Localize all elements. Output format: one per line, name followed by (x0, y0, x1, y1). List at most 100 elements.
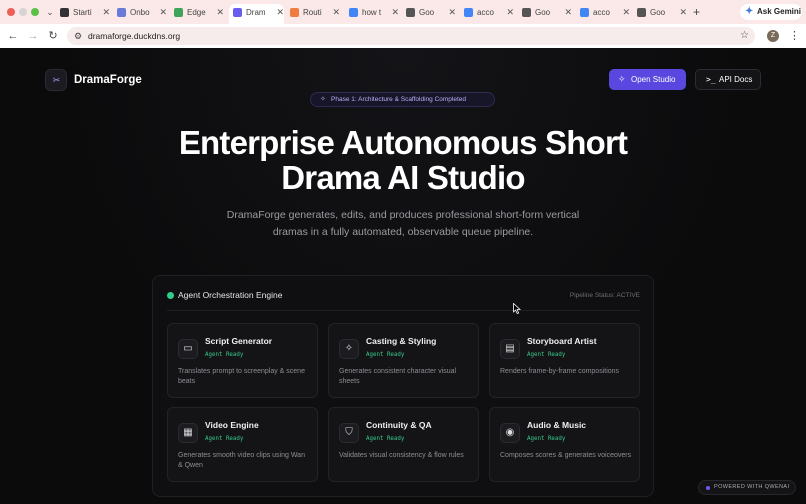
browser-tab[interactable]: how t ✕ (349, 4, 399, 21)
tab-close-icon[interactable]: ✕ (622, 4, 630, 21)
powered-by-badge[interactable]: POWERED WITH QWENAI (698, 480, 796, 495)
address-bar[interactable]: ⚙ dramaforge.duckdns.org ☆ (67, 27, 755, 45)
hero-subtitle: DramaForge generates, edits, and produce… (203, 207, 603, 241)
url-text[interactable]: dramaforge.duckdns.org (88, 27, 180, 45)
site-info-icon[interactable]: ⚙ (74, 27, 82, 45)
back-icon[interactable]: ← (6, 27, 20, 45)
agent-status: Agent Ready (205, 352, 244, 358)
tab-close-icon[interactable]: ✕ (391, 4, 399, 21)
agent-description: Translates prompt to screenplay & scene … (178, 368, 305, 385)
logo[interactable]: ✂ (45, 69, 67, 91)
minimize-window-button[interactable] (19, 8, 27, 16)
tab-close-icon[interactable]: ✕ (506, 4, 514, 21)
tab-favicon-icon (290, 8, 299, 17)
browser-chrome: ⌄ Starti ✕ Onbo ✕ Edge ✕ Dram ✕ Routi ✕ how t ✕ Goo ✕… (0, 0, 806, 48)
message-square-icon: ▭ (178, 339, 198, 359)
tab-title: Dram (246, 8, 266, 17)
mouse-cursor-icon (513, 303, 521, 314)
layout-icon: ▤ (500, 339, 520, 359)
browser-tab[interactable]: Starti ✕ (60, 4, 110, 21)
tab-close-icon[interactable]: ✕ (564, 4, 572, 21)
agent-name: Script Generator (205, 336, 273, 346)
maximize-window-button[interactable] (31, 8, 39, 16)
agent-description: Composes scores & generates voiceovers (500, 452, 632, 459)
agent-description: Generates smooth video clips using Wan &… (178, 452, 305, 469)
forward-icon[interactable]: → (26, 27, 40, 45)
radio-icon: ◉ (500, 423, 520, 443)
agent-status: Agent Ready (366, 436, 405, 442)
browser-menu-icon[interactable]: ⋮ (789, 28, 800, 44)
tab-favicon-icon (637, 8, 646, 17)
agent-card[interactable]: ⛉ Continuity & QA Agent Ready Validates vis… (328, 407, 479, 482)
agent-status: Agent Ready (527, 352, 566, 358)
browser-tab[interactable]: Goo ✕ (637, 4, 687, 21)
agent-status: Agent Ready (366, 352, 405, 358)
hero-subtitle-line-1: DramaForge generates, edits, and produce… (226, 209, 580, 221)
hero-title-line-1: Enterprise Autonomous Short (178, 124, 628, 161)
hero-title-line-2: Drama AI Studio (281, 159, 525, 196)
tab-title: Goo (535, 8, 551, 17)
api-docs-button[interactable]: >_ API Docs (695, 69, 761, 90)
agent-description: Renders frame-by-frame compositions (500, 368, 620, 375)
agent-card[interactable]: ◉ Audio & Music Agent Ready Composes scores… (489, 407, 640, 482)
tab-search-icon[interactable]: ⌄ (43, 4, 57, 20)
browser-tab[interactable]: Goo ✕ (522, 4, 572, 21)
powered-dot (706, 486, 710, 490)
tab-title: Onbo (130, 8, 150, 17)
browser-tab[interactable]: Onbo ✕ (117, 4, 167, 21)
powered-by-label: POWERED WITH QWENAI (714, 484, 790, 490)
close-window-button[interactable] (7, 8, 15, 16)
tab-title: Edge (187, 8, 206, 17)
agent-status: Agent Ready (205, 436, 244, 442)
hero-title: Enterprise Autonomous Short Drama AI Stu… (0, 125, 806, 195)
film-icon: ▦ (178, 423, 198, 443)
status-dot (167, 292, 174, 299)
reload-icon[interactable]: ↻ (46, 27, 60, 45)
panel-divider (167, 310, 640, 311)
tab-favicon-icon (522, 8, 531, 17)
browser-tab[interactable]: Goo ✕ (406, 4, 456, 21)
api-docs-label: API Docs (719, 75, 753, 84)
ask-gemini-button[interactable]: ✦ Ask Gemini (740, 4, 802, 20)
agent-name: Storyboard Artist (527, 336, 597, 346)
browser-tab[interactable]: Dram ✕ (229, 4, 284, 24)
profile-avatar[interactable]: Z (767, 30, 779, 42)
agent-card[interactable]: ▦ Video Engine Agent Ready Generates smooth… (167, 407, 318, 482)
agent-description: Generates consistent character visual sh… (339, 368, 457, 385)
tab-favicon-icon (233, 8, 242, 17)
tab-favicon-icon (349, 8, 358, 17)
agent-orchestration-panel: Agent Orchestration Engine Pipeline Stat… (152, 275, 654, 497)
clapperboard-icon: ✂ (52, 75, 61, 85)
tab-title: Goo (419, 8, 435, 17)
tab-favicon-icon (174, 8, 183, 17)
browser-tab[interactable]: acco ✕ (580, 4, 630, 21)
bookmark-star-icon[interactable]: ☆ (740, 27, 749, 45)
open-studio-button[interactable]: ✧ Open Studio (609, 69, 686, 90)
browser-tab[interactable]: Routi ✕ (290, 4, 340, 21)
sparkles-icon: ✧ (320, 96, 326, 103)
agent-name: Video Engine (205, 420, 259, 430)
tab-title: acco (593, 8, 610, 17)
tab-title: Goo (650, 8, 666, 17)
tab-favicon-icon (580, 8, 589, 17)
agent-card[interactable]: ▭ Script Generator Agent Ready Translates p… (167, 323, 318, 398)
tab-close-icon[interactable]: ✕ (679, 4, 687, 21)
agent-status: Agent Ready (527, 436, 566, 442)
tab-close-icon[interactable]: ✕ (276, 4, 284, 21)
agent-card[interactable]: ▤ Storyboard Artist Agent Ready Renders fra… (489, 323, 640, 398)
tab-close-icon[interactable]: ✕ (448, 4, 456, 21)
new-tab-button[interactable]: + (693, 4, 700, 20)
tab-close-icon[interactable]: ✕ (216, 4, 224, 21)
browser-tab[interactable]: Edge ✕ (174, 4, 224, 21)
agent-card[interactable]: ✧ Casting & Styling Agent Ready Generates c… (328, 323, 479, 398)
brand-name[interactable]: DramaForge (74, 73, 142, 87)
tab-close-icon[interactable]: ✕ (102, 4, 110, 21)
tab-close-icon[interactable]: ✕ (159, 4, 167, 21)
tab-title: how t (362, 8, 382, 17)
tab-title: acco (477, 8, 494, 17)
browser-tab[interactable]: acco ✕ (464, 4, 514, 21)
pipeline-status: Pipeline Status: ACTIVE (569, 292, 640, 299)
sparkles-icon: ✧ (618, 74, 626, 84)
tab-close-icon[interactable]: ✕ (332, 4, 340, 21)
tab-strip: ⌄ Starti ✕ Onbo ✕ Edge ✕ Dram ✕ Routi ✕ how t ✕ Goo ✕… (0, 0, 806, 24)
